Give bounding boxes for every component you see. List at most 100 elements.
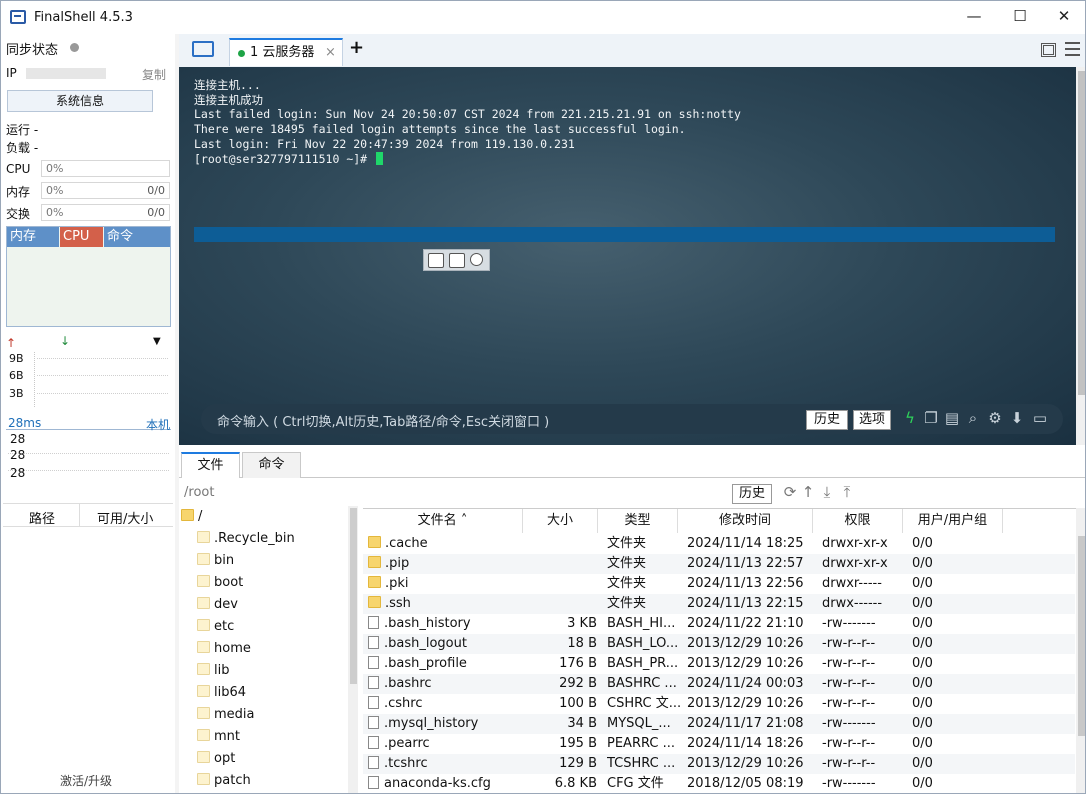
connected-dot-icon <box>238 50 245 57</box>
file-name-text: .ssh <box>385 596 411 611</box>
path-history-button[interactable]: 历史 <box>732 484 772 504</box>
col-type-header[interactable]: 类型 <box>598 509 678 533</box>
download-icon[interactable]: ⤓ <box>819 484 835 500</box>
search-icon[interactable]: ⌕ <box>965 410 981 426</box>
tab-commands[interactable]: 命令 <box>242 452 301 478</box>
cpu-meter: 0% <box>41 160 170 177</box>
file-row[interactable]: .tcshrc 129 B TCSHRC ... 2013/12/29 10:26 -r… <box>363 754 1075 774</box>
file-mtime: 2024/11/24 00:03 <box>687 676 804 691</box>
paste-icon[interactable] <box>449 253 465 268</box>
tree-item[interactable]: lib64 <box>197 683 246 705</box>
file-row[interactable]: .pearrc 195 B PEARRC ... 2024/11/14 18:26 -r… <box>363 734 1075 754</box>
gear-icon[interactable]: ⚙ <box>987 410 1003 426</box>
quick-toolbar <box>423 249 490 271</box>
search-icon[interactable] <box>470 253 483 266</box>
open-folder-icon[interactable] <box>192 41 214 57</box>
current-path[interactable]: /root <box>184 485 214 500</box>
file-row[interactable]: .bash_history 3 KB BASH_HI... 2024/11/22 21… <box>363 614 1075 634</box>
col-mtime-header[interactable]: 修改时间 <box>678 509 813 533</box>
load-label: 负载 - <box>6 141 39 155</box>
close-button[interactable]: ✕ <box>1044 5 1084 29</box>
file-mtime: 2024/11/14 18:26 <box>687 736 804 751</box>
file-size: 34 B <box>567 716 597 731</box>
grid-layout-icon[interactable] <box>1041 43 1056 57</box>
finalshell-window: FinalShell 4.5.3 — ☐ ✕ 同步状态 IP 复制 系统信息 运… <box>0 0 1086 794</box>
file-row[interactable]: .ssh 文件夹 2024/11/13 22:15 drwx------ 0/0 <box>363 594 1075 614</box>
tree-item[interactable]: bin <box>197 551 234 573</box>
tree-item[interactable]: boot <box>197 573 243 595</box>
disk-path-header[interactable]: 路径 <box>29 508 55 527</box>
menu-icon[interactable] <box>1065 42 1080 56</box>
file-owner: 0/0 <box>912 676 933 691</box>
terminal[interactable]: 连接主机... 连接主机成功 Last failed login: Sun No… <box>179 67 1076 445</box>
file-type: CFG 文件 <box>607 776 664 791</box>
tree-item[interactable]: patch <box>197 771 251 793</box>
tree-item[interactable]: etc <box>197 617 234 639</box>
tab-files[interactable]: 文件 <box>181 452 240 478</box>
file-name-text: .pip <box>385 556 410 571</box>
activate-upgrade-link[interactable]: 激活/升级 <box>60 772 112 789</box>
tree-item[interactable]: home <box>197 639 251 661</box>
file-scrollbar[interactable] <box>1076 508 1085 793</box>
tree-root[interactable]: / <box>181 507 202 529</box>
session-tab[interactable]: 1 云服务器 × <box>229 38 343 66</box>
session-tab-close-icon[interactable]: × <box>325 40 336 65</box>
file-row[interactable]: .mysql_history 34 B MYSQL_... 2024/11/17 21… <box>363 714 1075 734</box>
file-type: TCSHRC ... <box>607 756 676 771</box>
process-tab-cmd[interactable]: 命令 <box>104 227 170 247</box>
col-size-header[interactable]: 大小 <box>523 509 598 533</box>
file-name-text: .bash_logout <box>384 636 467 651</box>
window-icon[interactable]: ▭ <box>1032 410 1048 426</box>
tree-item[interactable]: lib <box>197 661 229 683</box>
tree-item[interactable]: media <box>197 705 255 727</box>
col-owner-header[interactable]: 用户/用户组 <box>903 509 1003 533</box>
upload-icon[interactable]: ⤒ <box>839 484 855 500</box>
tree-item[interactable]: mnt <box>197 727 240 749</box>
process-tab-mem[interactable]: 内存 <box>7 227 59 247</box>
col-name-header[interactable]: 文件名 ˄ <box>363 509 523 533</box>
ping-graph <box>6 429 171 489</box>
up-dir-icon[interactable]: ↑ <box>800 484 816 500</box>
command-input-bar[interactable]: 命令输入 ( Ctrl切换,Alt历史,Tab路径/命令,Esc关闭窗口 ) 历… <box>201 404 1063 434</box>
file-row[interactable]: .bash_logout 18 B BASH_LO... 2013/12/29 10:… <box>363 634 1075 654</box>
file-name-text: .bash_history <box>384 616 471 631</box>
file-row[interactable]: .bashrc 292 B BASHRC ... 2024/11/24 00:03 -r… <box>363 674 1075 694</box>
file-owner: 0/0 <box>912 696 933 711</box>
tree-item[interactable]: opt <box>197 749 235 771</box>
add-tab-icon[interactable]: + <box>349 37 364 58</box>
cmd-options-button[interactable]: 选项 <box>853 410 891 430</box>
copy-ip-link[interactable]: 复制 <box>142 66 166 83</box>
tree-item[interactable]: dev <box>197 595 238 617</box>
terminal-scrollbar[interactable] <box>1076 67 1085 445</box>
maximize-button[interactable]: ☐ <box>1000 5 1040 29</box>
copy-icon[interactable] <box>428 253 444 268</box>
file-type: BASHRC ... <box>607 676 677 691</box>
refresh-icon[interactable]: ⟳ <box>782 484 798 500</box>
cmd-history-button[interactable]: 历史 <box>806 410 848 430</box>
col-label: 文件名 <box>417 513 457 528</box>
file-row[interactable]: .cache 文件夹 2024/11/14 18:25 drwxr-xr-x 0/0 <box>363 534 1075 554</box>
tree-scrollbar[interactable] <box>348 506 358 793</box>
file-row[interactable]: .cshrc 100 B CSHRC 文... 2013/12/29 10:26 -rw… <box>363 694 1075 714</box>
system-info-button[interactable]: 系统信息 <box>7 90 153 112</box>
paste-icon[interactable]: ▤ <box>944 410 960 426</box>
directory-tree: / .Recycle_bin bin boot dev etc home lib… <box>179 506 349 793</box>
network-dropdown-icon[interactable]: ▼ <box>153 336 161 347</box>
disk-size-header[interactable]: 可用/大小 <box>97 508 153 527</box>
col-perm-header[interactable]: 权限 <box>813 509 903 533</box>
file-row[interactable]: .pki 文件夹 2024/11/13 22:56 drwxr----- 0/0 <box>363 574 1075 594</box>
file-row[interactable]: .bash_profile 176 B BASH_PR... 2013/12/29 1… <box>363 654 1075 674</box>
process-tab-cpu[interactable]: CPU <box>60 227 103 247</box>
down-arrow-icon[interactable]: ⬇ <box>1009 410 1025 426</box>
ping-host[interactable]: 本机 <box>146 416 170 433</box>
file-row[interactable]: anaconda-ks.cfg 6.8 KB CFG 文件 2018/12/05 08… <box>363 774 1075 793</box>
tree-item[interactable]: .Recycle_bin <box>197 529 295 551</box>
copy-icon[interactable]: ❐ <box>923 410 939 426</box>
swap-label: 交换 <box>6 207 31 221</box>
lightning-icon[interactable]: ϟ <box>902 410 918 426</box>
tree-item-label: .Recycle_bin <box>214 531 295 546</box>
file-row[interactable]: .pip 文件夹 2024/11/13 22:57 drwxr-xr-x 0/0 <box>363 554 1075 574</box>
file-owner: 0/0 <box>912 656 933 671</box>
file-type: 文件夹 <box>607 576 647 591</box>
minimize-button[interactable]: — <box>954 5 994 29</box>
